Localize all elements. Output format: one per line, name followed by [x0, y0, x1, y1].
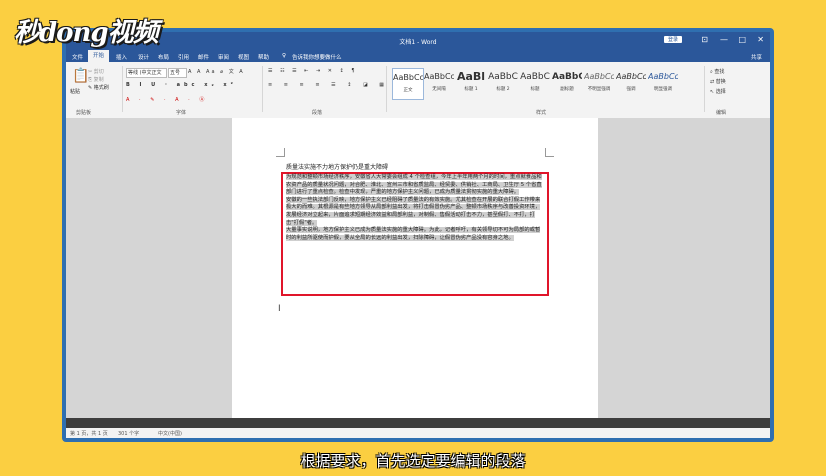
ribbon-tabs: 文件 开始 插入 设计 布局 引用 邮件 审阅 视图 帮助 ♀ 告诉我你想要做什…: [66, 50, 770, 62]
subtitle-caption: 根据要求，首先选定要编辑的段落: [300, 452, 526, 470]
ribbon: 📋 粘贴 ✂ 剪切 ⎘ 复制 ✎ 格式刷 剪贴板 等线 (中文正文 五号 A A…: [66, 62, 770, 119]
divider: [386, 66, 387, 112]
tab-references[interactable]: 引用: [178, 53, 189, 61]
document-canvas: 质量法实施不力地方保护仍是重大障碍 为规范和整顿市场经济秩序，安徽省人大常委会组…: [66, 118, 770, 418]
page-count: 第 1 页，共 1 页: [70, 431, 108, 437]
font-size-controls[interactable]: A A Aa ⌀ 文 A: [188, 68, 245, 75]
tab-home[interactable]: 开始: [88, 50, 110, 62]
font-color-buttons[interactable]: A · ✎ · A · Ⓐ: [126, 96, 208, 103]
style-no-spacing[interactable]: AaBbCcDd无间隔: [424, 68, 454, 98]
language: 中文(中国): [158, 431, 182, 437]
style-heading1[interactable]: AaBl 标题 1: [456, 68, 486, 98]
style-title[interactable]: AaBbC 标题: [520, 68, 550, 98]
margin-mark: [276, 148, 285, 157]
share-button[interactable]: 共享: [751, 53, 762, 61]
word-window: 文档1 - Word 登录 ⊡ — □ ✕ 文件 开始 插入 设计 布局 引用 …: [62, 28, 774, 442]
style-heading2[interactable]: AaBbC 标题 2: [488, 68, 518, 98]
font-group-label: 字体: [176, 110, 187, 116]
search-icon: ⌕: [710, 69, 713, 75]
list-buttons[interactable]: ☰ ☷ ☰ ⇤ ⇥ ✕ ↕ ¶: [268, 68, 358, 74]
tab-mailings[interactable]: 邮件: [198, 53, 209, 61]
paragraph: 安徽的一些执法部门反映，地方保护主义已经阻碍了质量法的有效实施。尤其检查在开展的…: [286, 196, 541, 226]
style-subtle-emphasis[interactable]: AaBbCcDd不明显强调: [584, 68, 614, 98]
paste-button[interactable]: 粘贴: [70, 88, 80, 95]
cut-button[interactable]: ✂ 剪切: [88, 68, 104, 75]
editing-group-label: 编辑: [716, 110, 727, 116]
replace-button[interactable]: ⇄ 替换: [710, 78, 726, 85]
status-bar: 第 1 页，共 1 页 301 个字 中文(中国): [66, 428, 770, 438]
close-icon[interactable]: ✕: [757, 35, 764, 44]
tell-me-icon[interactable]: ♀: [282, 53, 286, 59]
document-body[interactable]: 为规范和整顿市场经济秩序，安徽省人大常委会组成 4 个检查组，今年上半年用两个月…: [286, 174, 544, 242]
tab-layout[interactable]: 布局: [158, 53, 169, 61]
tab-insert[interactable]: 插入: [116, 53, 127, 61]
brand-logo: 秒dong视频: [14, 18, 159, 48]
text-cursor-icon: I: [278, 304, 281, 314]
paste-icon[interactable]: 📋: [72, 68, 89, 84]
replace-icon: ⇄: [710, 79, 715, 85]
login-button[interactable]: 登录: [663, 36, 682, 43]
divider: [262, 66, 263, 112]
document-title: 质量法实施不力地方保护仍是重大障碍: [286, 164, 389, 171]
select-button[interactable]: ↖ 选择: [710, 88, 726, 95]
cut-icon: ✂: [88, 69, 93, 75]
tab-help[interactable]: 帮助: [258, 53, 269, 61]
maximize-icon[interactable]: □: [738, 35, 746, 44]
format-painter-button[interactable]: ✎ 格式刷: [88, 84, 109, 91]
title-bar: 文档1 - Word 登录 ⊡ — □ ✕: [66, 32, 770, 50]
style-normal[interactable]: AaBbCcDd正文: [392, 68, 424, 100]
tab-design[interactable]: 设计: [138, 53, 149, 61]
cursor-icon: ↖: [710, 89, 715, 95]
brush-icon: ✎: [88, 85, 93, 91]
clipboard-group-label: 剪贴板: [76, 110, 92, 116]
paragraph: 为规范和整顿市场经济秩序，安徽省人大常委会组成 4 个检查组，今年上半年用两个月…: [286, 174, 542, 196]
tell-me-search[interactable]: 告诉我你想要做什么: [292, 53, 342, 61]
tab-file[interactable]: 文件: [72, 53, 83, 61]
font-size-select[interactable]: 五号: [168, 68, 187, 78]
divider: [704, 66, 705, 112]
word-count: 301 个字: [118, 431, 140, 437]
paragraph-group-label: 段落: [312, 110, 323, 116]
document-page[interactable]: 质量法实施不力地方保护仍是重大障碍 为规范和整顿市场经济秩序，安徽省人大常委会组…: [232, 118, 598, 418]
copy-icon: ⎘: [88, 77, 93, 83]
paragraph: 大量事实说明，地方保护主义已成为质量法实施的重大障碍。为此，记者呼吁，有关领导切…: [286, 227, 541, 241]
ribbon-display-icon[interactable]: ⊡: [701, 35, 708, 44]
tab-view[interactable]: 视图: [238, 53, 249, 61]
tab-review[interactable]: 审阅: [218, 53, 229, 61]
find-button[interactable]: ⌕ 查找: [710, 68, 724, 75]
margin-mark: [545, 148, 554, 157]
font-name-select[interactable]: 等线 (中文正文: [126, 68, 167, 78]
style-subtitle[interactable]: AaBbC 副标题: [552, 68, 582, 98]
minimize-icon[interactable]: —: [720, 35, 728, 44]
divider: [122, 66, 123, 112]
style-emphasis[interactable]: AaBbCcDd强调: [616, 68, 646, 98]
align-buttons[interactable]: ≡ ≡ ≡ ≡ ☰ ↕ ◪ ▦: [268, 82, 389, 88]
copy-button[interactable]: ⎘ 复制: [88, 76, 104, 83]
styles-group-label: 样式: [536, 110, 547, 116]
font-format-buttons[interactable]: B I U · abc x₂ x²: [126, 82, 237, 88]
style-intense-emphasis[interactable]: AaBbCcDd明显强调: [648, 68, 678, 98]
